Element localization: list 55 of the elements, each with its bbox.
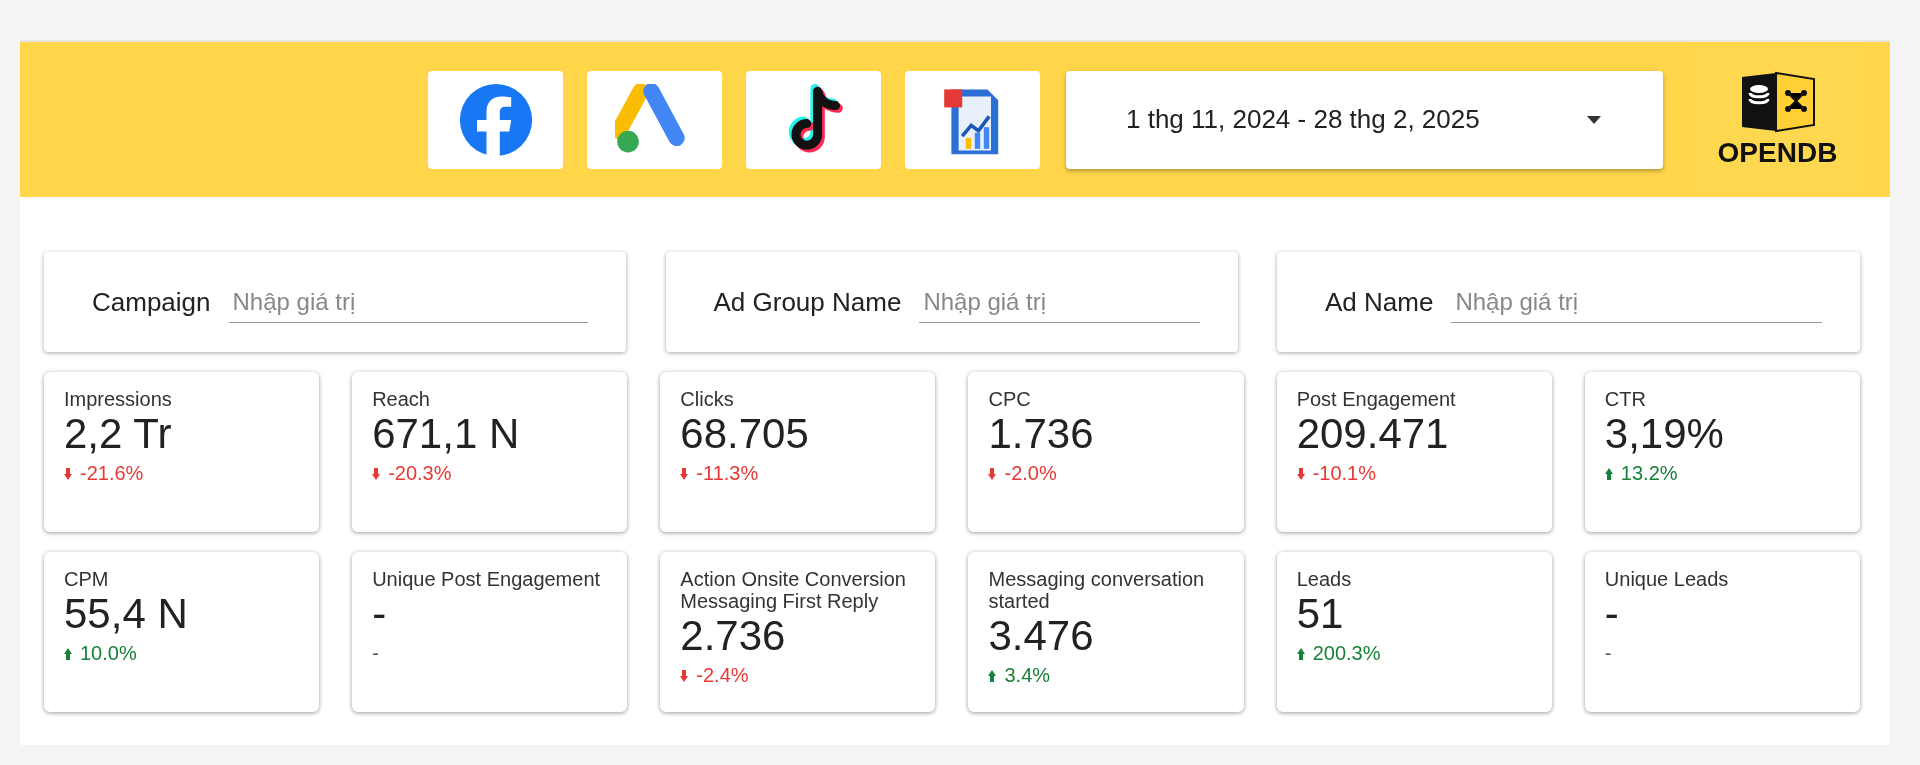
up-arrow-icon	[64, 647, 72, 660]
metric-label: Reach	[372, 388, 431, 410]
filter-label: Ad Name	[1325, 286, 1434, 318]
down-arrow-icon	[1296, 467, 1305, 480]
metric-value: 51	[1296, 590, 1345, 639]
metric-value: 68.705	[680, 410, 810, 459]
change-value: -2.4%	[696, 664, 749, 688]
change-value: -10.1%	[1312, 462, 1377, 486]
down-arrow-icon	[64, 467, 72, 480]
logo-icon	[1739, 70, 1816, 133]
metric-value: 2.736	[680, 612, 787, 661]
metric-label: Unique Post Engagement	[372, 568, 602, 590]
metric-label: Messaging conversation started	[988, 568, 1206, 612]
caret-icon	[1587, 115, 1601, 124]
change-value: -11.3%	[696, 462, 759, 486]
metric-label: CPM	[64, 568, 110, 590]
metric-value: 55,4 N	[64, 590, 189, 639]
metric-value: 209.471	[1296, 410, 1450, 459]
source-button[interactable]	[746, 70, 881, 169]
filter-label: Campaign	[92, 286, 211, 318]
metric-value: 1.736	[988, 410, 1095, 459]
up-arrow-icon	[988, 669, 997, 682]
change-value: -2.0%	[1004, 462, 1057, 486]
change-value: 3.4%	[1004, 664, 1051, 688]
change-value: 10.0%	[80, 642, 137, 666]
date-range-dropdown[interactable]: 1 thg 11, 2024 - 28 thg 2, 2025	[1066, 70, 1663, 169]
metric-label: Clicks	[680, 388, 735, 410]
change-value: 13.2%	[1620, 462, 1678, 486]
change-value: -	[1604, 642, 1612, 666]
metric-value: 3.476	[988, 612, 1095, 661]
metric-label: Post Engagement	[1296, 388, 1457, 410]
metric-label: Unique Leads	[1604, 568, 1730, 590]
change-value: -20.3%	[388, 462, 452, 486]
change-value: -	[372, 642, 379, 666]
metric-label: CPC	[988, 388, 1032, 410]
up-arrow-icon	[1604, 467, 1613, 480]
down-arrow-icon	[988, 467, 997, 480]
down-arrow-icon	[680, 467, 689, 480]
change-value: -21.6%	[80, 462, 144, 486]
metric-label: Impressions	[64, 388, 173, 410]
logo-text: OPENDB	[1717, 136, 1838, 169]
metric-value: 671,1 N	[372, 410, 521, 459]
down-arrow-icon	[372, 467, 381, 480]
metric-value: 3,19%	[1604, 410, 1725, 459]
metric-value: -	[1604, 590, 1620, 639]
metric-label: CTR	[1604, 388, 1647, 410]
metric-label: Action Onsite Conversion Messaging First Reply	[680, 568, 907, 612]
facebook-logo-icon	[457, 81, 534, 158]
metric-value: -	[372, 590, 388, 639]
up-arrow-icon	[1296, 647, 1305, 660]
filter-label: Ad Group Name	[713, 286, 902, 318]
down-arrow-icon	[680, 669, 689, 682]
metric-value: 2,2 Tr	[64, 410, 173, 459]
change-value: 200.3%	[1312, 642, 1381, 666]
metric-label: Leads	[1296, 568, 1353, 590]
